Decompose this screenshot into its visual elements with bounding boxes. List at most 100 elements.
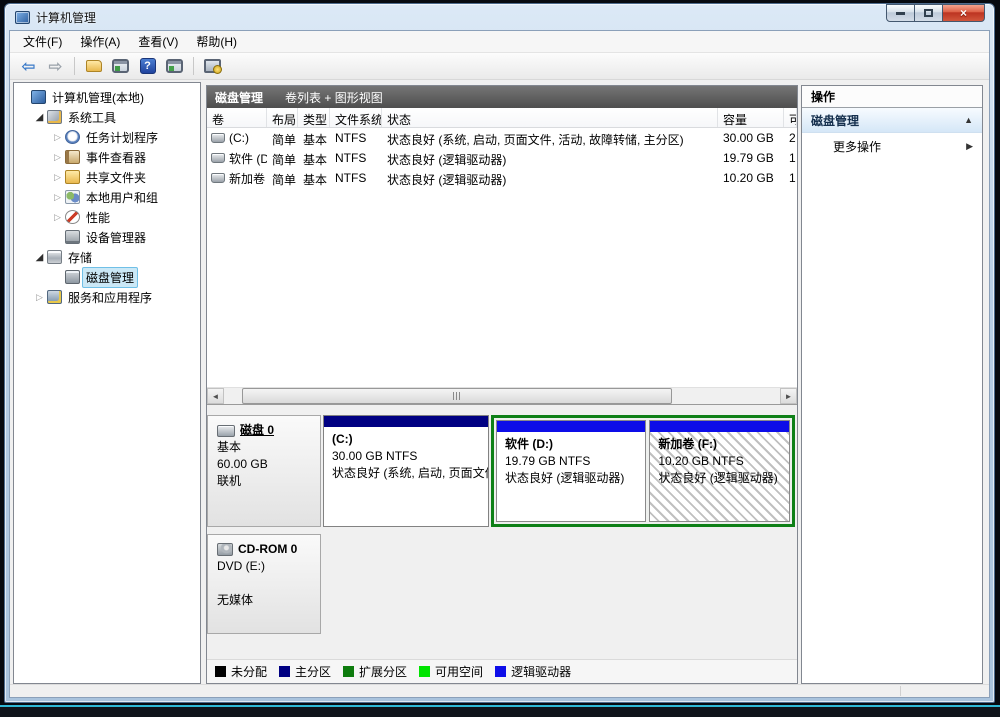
titlebar[interactable]: 计算机管理 × — [5, 4, 994, 30]
cdrom-drive-letter: DVD (E:) — [217, 558, 311, 575]
volume-row-d[interactable]: 软件 (D:) 简单 基本 NTFS 状态良好 (逻辑驱动器) 19.79 GB… — [207, 148, 797, 168]
tree-item-device-manager[interactable]: 设备管理器 — [14, 227, 200, 247]
scroll-right-icon[interactable]: ► — [780, 388, 797, 404]
tree-item-system-tools[interactable]: ◢ 系统工具 — [14, 107, 200, 127]
legend-swatch — [419, 666, 430, 677]
toolbar-separator — [193, 57, 194, 75]
toolbar-separator — [74, 57, 75, 75]
tree-item-shared-folders[interactable]: ▷ 共享文件夹 — [14, 167, 200, 187]
column-free[interactable]: 可 — [784, 108, 797, 127]
tree-item-disk-management[interactable]: 磁盘管理 — [14, 267, 200, 287]
menu-action[interactable]: 操作(A) — [71, 30, 129, 53]
legend-primary: 主分区 — [279, 663, 331, 680]
expander-collapsed-icon[interactable]: ▷ — [51, 172, 64, 183]
close-button[interactable]: × — [942, 4, 985, 22]
cdrom-info-card[interactable]: CD-ROM 0 DVD (E:) 无媒体 — [207, 534, 321, 634]
column-volume[interactable]: 卷 — [207, 108, 267, 127]
console-properties-button[interactable] — [201, 55, 224, 77]
logical-drive-bar — [650, 421, 789, 432]
submenu-arrow-icon: ▶ — [966, 141, 973, 152]
app-icon — [15, 11, 30, 24]
scrollbar-thumb[interactable] — [242, 388, 672, 404]
statusbar-divider — [900, 686, 901, 696]
forward-button[interactable]: ⇨ — [44, 55, 67, 77]
partition-f-selected[interactable]: 新加卷 (F:) 10.20 GB NTFS 状态良好 (逻辑驱动器) — [649, 420, 790, 522]
help-button[interactable]: ? — [136, 55, 159, 77]
partition-legend: 未分配 主分区 扩展分区 可用空间 逻辑驱动器 — [207, 659, 797, 683]
column-filesystem[interactable]: 文件系统 — [330, 108, 382, 127]
show-action-pane-button[interactable] — [163, 55, 186, 77]
tree-item-performance[interactable]: ▷ 性能 — [14, 207, 200, 227]
expander-collapsed-icon[interactable]: ▷ — [51, 132, 64, 143]
disk0-row: 磁盘 0 基本 60.00 GB 联机 (C:) 30.00 GB NTFS — [207, 415, 795, 527]
show-console-tree-button[interactable] — [109, 55, 132, 77]
expander-collapsed-icon[interactable]: ▷ — [51, 192, 64, 203]
disk0-info-card[interactable]: 磁盘 0 基本 60.00 GB 联机 — [207, 415, 321, 527]
menu-help[interactable]: 帮助(H) — [187, 30, 246, 53]
horizontal-scrollbar[interactable]: ◄ ► — [207, 387, 797, 404]
partition-d[interactable]: 软件 (D:) 19.79 GB NTFS 状态良好 (逻辑驱动器) — [496, 420, 646, 522]
menubar: 文件(F) 操作(A) 查看(V) 帮助(H) — [10, 31, 989, 53]
console-tree-panel: 计算机管理(本地) ◢ 系统工具 ▷ 任务计划程序 ▷ 事件查看器 — [13, 82, 201, 684]
volume-row-f[interactable]: 新加卷 ... 简单 基本 NTFS 状态良好 (逻辑驱动器) 10.20 GB… — [207, 168, 797, 188]
legend-swatch — [343, 666, 354, 677]
legend-unallocated: 未分配 — [215, 663, 267, 680]
computer-icon — [31, 90, 46, 104]
disk0-partitions: (C:) 30.00 GB NTFS 状态良好 (系统, 启动, 页面文件, 活… — [321, 415, 795, 527]
tree-item-event-viewer[interactable]: ▷ 事件查看器 — [14, 147, 200, 167]
tree-item-services-applications[interactable]: ▷ 服务和应用程序 — [14, 287, 200, 307]
column-status[interactable]: 状态 — [382, 108, 718, 127]
expander-expanded-icon[interactable]: ◢ — [33, 252, 46, 263]
shared-folder-icon — [65, 170, 80, 184]
actions-panel-title: 操作 — [802, 86, 982, 108]
tree-item-task-scheduler[interactable]: ▷ 任务计划程序 — [14, 127, 200, 147]
performance-icon — [65, 210, 80, 224]
computer-management-window: 计算机管理 × 文件(F) 操作(A) 查看(V) 帮助(H) ⇦ ⇨ ? — [4, 3, 995, 703]
export-list-button[interactable] — [82, 55, 105, 77]
tree-item-storage[interactable]: ◢ 存储 — [14, 247, 200, 267]
column-type[interactable]: 类型 — [298, 108, 330, 127]
expander-collapsed-icon[interactable]: ▷ — [33, 292, 46, 303]
volume-icon — [211, 173, 225, 183]
disk-drive-icon — [217, 425, 235, 437]
console-tree-icon — [112, 59, 129, 73]
expander-collapsed-icon[interactable]: ▷ — [51, 152, 64, 163]
more-actions-item[interactable]: 更多操作 ▶ — [802, 133, 982, 160]
minimize-button[interactable] — [886, 4, 915, 22]
main-area: 计算机管理(本地) ◢ 系统工具 ▷ 任务计划程序 ▷ 事件查看器 — [10, 80, 989, 684]
disk0-status: 联机 — [217, 473, 311, 490]
back-arrow-icon: ⇦ — [21, 58, 35, 75]
menu-file[interactable]: 文件(F) — [14, 30, 71, 53]
actions-section-disk-management[interactable]: 磁盘管理 ▲ — [802, 108, 982, 133]
maximize-icon — [924, 9, 933, 17]
panel-view-mode: 卷列表 + 图形视图 — [285, 89, 383, 106]
services-icon — [47, 290, 62, 304]
console-gear-icon — [204, 59, 221, 73]
panel-header: 磁盘管理 卷列表 + 图形视图 — [207, 86, 797, 108]
tree-item-computer-management[interactable]: 计算机管理(本地) — [14, 87, 200, 107]
column-layout[interactable]: 布局 — [267, 108, 298, 127]
expander-collapsed-icon[interactable]: ▷ — [51, 212, 64, 223]
device-manager-icon — [65, 230, 80, 244]
legend-extended: 扩展分区 — [343, 663, 407, 680]
volume-row-c[interactable]: (C:) 简单 基本 NTFS 状态良好 (系统, 启动, 页面文件, 活动, … — [207, 128, 797, 148]
collapse-icon[interactable]: ▲ — [964, 115, 973, 125]
disk-management-panel: 磁盘管理 卷列表 + 图形视图 卷 布局 类型 文件系统 状态 容量 可 (C:… — [206, 85, 798, 684]
minimize-icon — [896, 12, 905, 15]
scrollbar-track[interactable] — [224, 388, 780, 404]
cdrom-row: CD-ROM 0 DVD (E:) 无媒体 — [207, 534, 795, 634]
column-capacity[interactable]: 容量 — [718, 108, 784, 127]
scrollbar-grip-icon — [453, 392, 462, 400]
menu-view[interactable]: 查看(V) — [129, 30, 187, 53]
scroll-left-icon[interactable]: ◄ — [207, 388, 224, 404]
partition-c[interactable]: (C:) 30.00 GB NTFS 状态良好 (系统, 启动, 页面文件, 活… — [323, 415, 489, 527]
statusbar — [10, 684, 989, 697]
panel-title: 磁盘管理 — [215, 89, 263, 106]
export-folder-icon — [86, 60, 102, 72]
legend-swatch — [215, 666, 226, 677]
back-button[interactable]: ⇦ — [17, 55, 40, 77]
maximize-button[interactable] — [914, 4, 943, 22]
expander-expanded-icon[interactable]: ◢ — [33, 112, 46, 123]
tree-item-local-users-groups[interactable]: ▷ 本地用户和组 — [14, 187, 200, 207]
forward-arrow-icon: ⇨ — [48, 58, 62, 75]
